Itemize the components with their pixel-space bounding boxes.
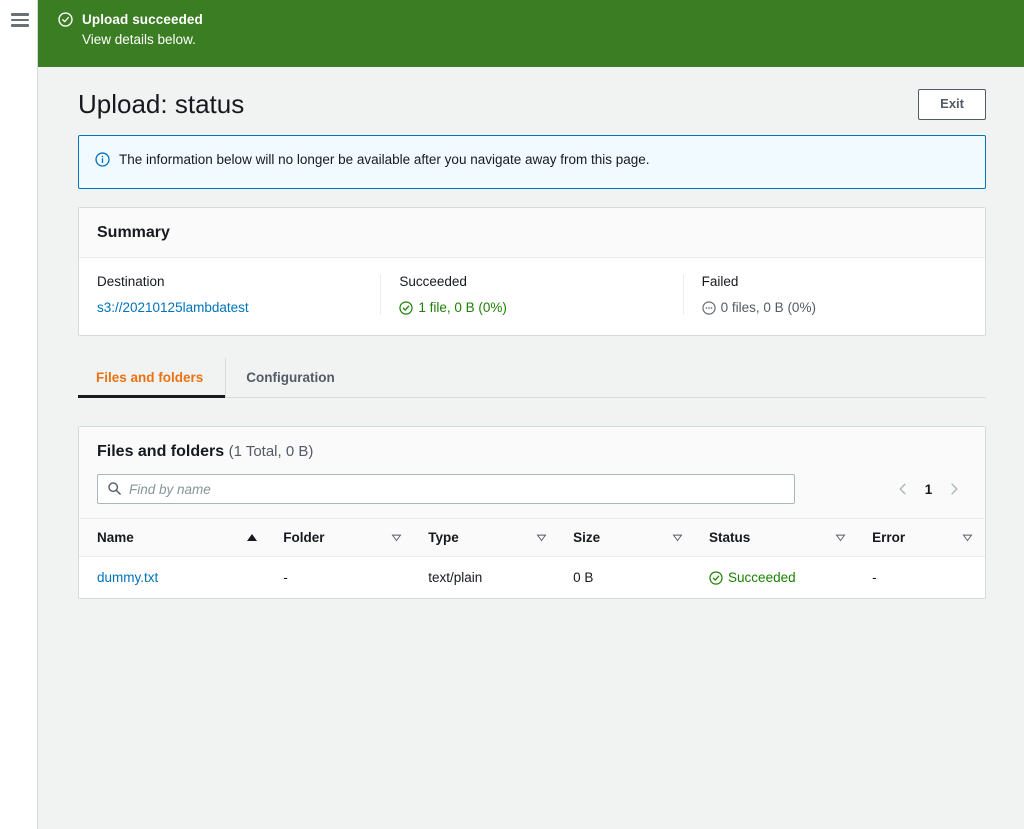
cell-size: 0 B [573,570,594,585]
column-header-status[interactable]: Status [695,519,859,557]
pagination: 1 [896,482,967,497]
column-label: Status [709,530,751,545]
column-label: Error [872,530,906,545]
status-info-icon [95,152,110,172]
summary-heading: Summary [97,224,170,241]
sort-icon [536,532,547,543]
cell-folder: - [283,570,288,585]
app-root: Upload succeeded View details below. Upl… [0,0,1024,829]
tab-files-and-folders[interactable]: Files and folders [78,358,226,398]
table-header-row: Name Folder Type Size Status Error [79,519,985,557]
sort-ascending-icon [247,534,258,541]
status-success-icon [58,12,73,32]
file-link-dummy-txt[interactable]: dummy.txt [97,570,158,585]
table-row: dummy.txt - text/plain 0 B Succeeded - [79,557,985,599]
cell-name: dummy.txt [79,557,269,599]
page-header: Upload: status Exit [78,67,986,135]
summary-item-succeeded: Succeeded 1 file, 0 B (0%) [381,274,684,315]
succeeded-value-text: 1 file, 0 B (0%) [418,300,507,315]
summary-value: s3://20210125lambdatest [97,300,362,315]
table-filter-row: 1 [97,474,967,504]
chevron-right-icon[interactable] [947,482,961,496]
summary-value: 1 file, 0 B (0%) [399,300,664,315]
cell-type: text/plain [428,570,483,585]
summary-value: 0 files, 0 B (0%) [702,300,967,315]
summary-item-destination: Destination s3://20210125lambdatest [79,274,382,315]
table-title: Files and folders (1 Total, 0 B) [97,443,967,461]
tab-bar: Files and folders Configuration [78,358,986,398]
pagination-page-1[interactable]: 1 [924,482,933,497]
flash-success-banner: Upload succeeded View details below. [38,0,1024,67]
summary-label: Succeeded [399,274,467,289]
column-header-size[interactable]: Size [559,519,696,557]
content-area: Upload: status Exit The information belo… [38,67,1024,599]
summary-label: Destination [97,274,165,289]
summary-card-header: Summary [79,208,985,258]
exit-button[interactable]: Exit [918,89,986,120]
cell-error: - [872,570,877,585]
cell-status: Succeeded [695,557,858,599]
files-table-head: Name Folder Type Size Status Error [79,519,985,557]
navigation-rail [2,0,38,829]
flash-subtitle: View details below. [82,32,196,48]
sort-icon [672,532,683,543]
column-label: Folder [283,530,325,545]
page-title: Upload: status [78,89,245,119]
info-alert-text: The information below will no longer be … [119,152,650,167]
column-header-name[interactable]: Name [79,519,270,557]
sort-icon [835,532,846,543]
table-toolbar: Files and folders (1 Total, 0 B) Find by… [79,427,985,519]
column-header-type[interactable]: Type [414,519,560,557]
sort-icon [391,532,402,543]
chevron-left-icon[interactable] [896,482,910,496]
summary-label: Failed [701,274,739,289]
summary-item-failed: Failed 0 files, 0 B (0%) [684,274,985,315]
hamburger-menu-icon[interactable] [11,13,29,27]
info-alert: The information below will no longer be … [78,135,986,189]
hamburger-bar [11,24,29,27]
column-label: Type [428,530,459,545]
tab-configuration[interactable]: Configuration [225,358,354,397]
table-title-text: Files and folders [97,443,225,460]
table-count: (1 Total, 0 B) [228,443,314,460]
files-and-folders-table-card: Files and folders (1 Total, 0 B) Find by… [78,426,986,599]
files-table: Name Folder Type Size Status Error dummy… [79,519,985,598]
page-container: Upload succeeded View details below. Upl… [38,0,1024,829]
hamburger-bar [11,18,29,22]
status-text: Succeeded [728,570,796,585]
summary-columns: Destination s3://20210125lambdatest Succ… [79,258,985,335]
status-success-icon [709,570,723,585]
flash-title: Upload succeeded [82,12,203,27]
files-table-body: dummy.txt - text/plain 0 B Succeeded - [79,557,985,599]
search-box [97,474,795,504]
status-pending-icon [702,300,716,315]
column-header-error[interactable]: Error [858,519,985,557]
failed-value-text: 0 files, 0 B (0%) [720,300,816,315]
column-label: Size [573,530,601,545]
sort-icon [962,532,973,543]
summary-card: Summary Destination s3://20210125lambdat… [78,207,986,336]
hamburger-bar [11,13,29,16]
status-success-icon [399,300,413,315]
destination-link[interactable]: s3://20210125lambdatest [97,300,249,315]
column-label: Name [97,530,134,545]
search-input[interactable] [97,474,795,504]
column-header-folder[interactable]: Folder [269,519,415,557]
